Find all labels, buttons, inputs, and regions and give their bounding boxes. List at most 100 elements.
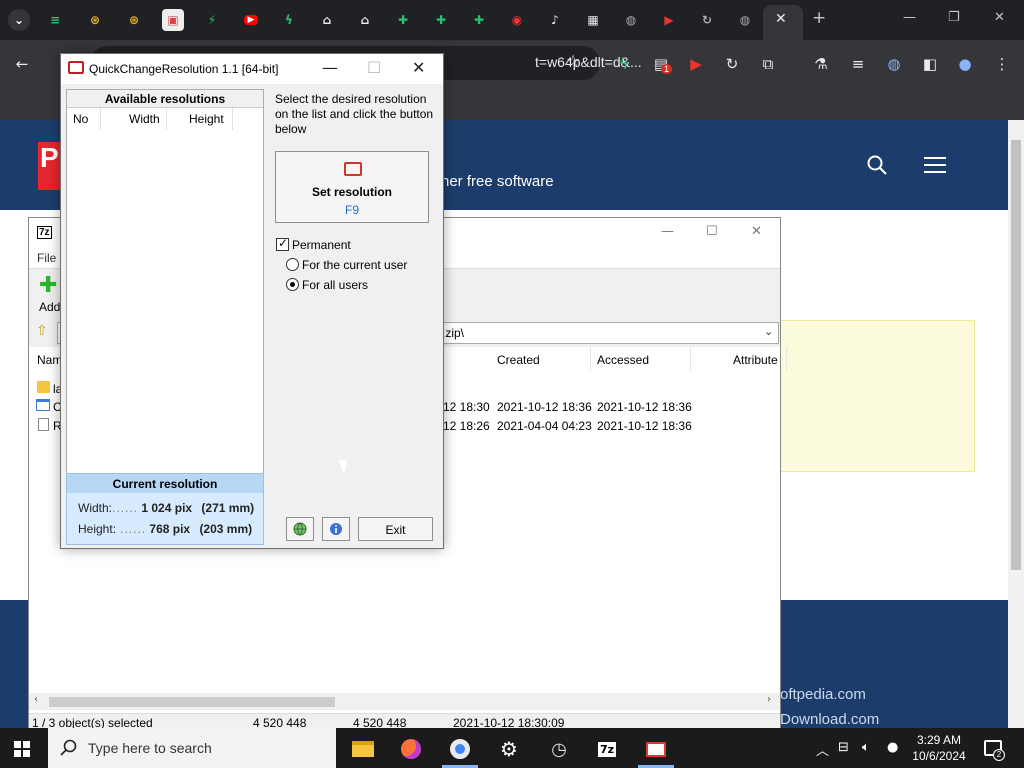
sevenzip-taskbar-icon[interactable]: 7z: [594, 736, 620, 762]
tray-overflow-chevron-icon[interactable]: ︿: [816, 740, 829, 759]
restore-icon[interactable]: ❐: [948, 10, 960, 25]
external-link[interactable]: Download.com: [780, 711, 879, 728]
menu-file[interactable]: File: [37, 251, 56, 265]
permanent-checkbox[interactable]: [276, 236, 289, 251]
bolt-icon[interactable]: ϟ: [278, 9, 300, 31]
radio-all-users-label[interactable]: For all users: [302, 278, 368, 292]
row-accessed: 2021-10-12 18:36: [597, 400, 692, 414]
height-mm: (203 mm): [199, 522, 253, 536]
site-tagline[interactable]: her free software: [441, 173, 554, 190]
row-created: 2021-10-12 18:36: [497, 400, 592, 414]
column-header-accessed[interactable]: Accessed: [591, 347, 691, 371]
add-plus-icon[interactable]: ✚: [39, 273, 57, 298]
system-clock[interactable]: 3:29 AM 10/6/2024: [909, 732, 969, 764]
active-tab[interactable]: ✕: [763, 5, 803, 40]
set-resolution-button[interactable]: Set resolution F9: [275, 151, 429, 223]
video-icon[interactable]: ▶: [658, 9, 680, 31]
website-button[interactable]: [286, 517, 314, 541]
puzzle-icon[interactable]: ✚: [392, 9, 414, 31]
quickchangeresolution-taskbar-icon[interactable]: [643, 736, 669, 762]
side-panel-icon[interactable]: ◧: [920, 54, 940, 74]
puzzle-icon[interactable]: ✚: [468, 9, 490, 31]
radio-all-users[interactable]: [286, 278, 299, 291]
speaker-icon[interactable]: ♪: [544, 9, 566, 31]
radio-current-user[interactable]: [286, 258, 299, 271]
taskbar-search-box[interactable]: Type here to search: [48, 728, 336, 768]
site-search-icon[interactable]: [866, 154, 888, 176]
pinned-tab-3[interactable]: ⊛: [123, 9, 145, 31]
row-modified: 12 18:30: [443, 400, 490, 414]
radio-current-user-label[interactable]: For the current user: [302, 258, 407, 272]
instructions-text: Select the desired resolution on the lis…: [275, 92, 434, 136]
about-button[interactable]: [322, 517, 350, 541]
close-icon[interactable]: ✕: [994, 10, 1005, 25]
column-header-attributes[interactable]: Attribute: [727, 347, 787, 371]
height-label: Height:: [78, 522, 117, 536]
close-tab-icon[interactable]: ✕: [775, 11, 787, 27]
exit-button[interactable]: Exit: [358, 517, 433, 541]
puzzle-icon[interactable]: ✚: [430, 9, 452, 31]
available-resolutions-list[interactable]: Available resolutions No Width Height: [66, 89, 264, 474]
clock-app-icon[interactable]: ◷: [546, 736, 572, 762]
page-scroll-thumb[interactable]: [1011, 140, 1021, 570]
close-icon[interactable]: ✕: [751, 224, 762, 239]
flask-icon[interactable]: ⚗: [811, 54, 831, 74]
bank-icon[interactable]: ⌂: [316, 9, 338, 31]
permanent-label[interactable]: Permanent: [292, 238, 351, 252]
account-avatar-icon[interactable]: ●: [955, 54, 975, 74]
column-header-width[interactable]: Width: [101, 108, 167, 130]
add-button-label[interactable]: Add: [39, 300, 60, 314]
scroll-right-icon[interactable]: ›: [767, 694, 771, 705]
pinned-tab-2[interactable]: ⊛: [84, 9, 106, 31]
microphone-icon[interactable]: ●: [887, 740, 898, 755]
media-queue-icon[interactable]: ≡: [848, 54, 868, 74]
settings-gear-icon[interactable]: ⚙: [496, 736, 522, 762]
bank-icon[interactable]: ⌂: [354, 9, 376, 31]
record-icon[interactable]: ◉: [506, 9, 528, 31]
scroll-left-icon[interactable]: ‹: [34, 694, 38, 705]
qcr-titlebar: QuickChangeResolution 1.1 [64-bit] — ☐ ✕: [61, 54, 443, 84]
globe-icon[interactable]: ◍: [620, 9, 642, 31]
sync-extension-icon[interactable]: ↻: [722, 54, 742, 74]
bolt-extension-icon[interactable]: ϟ: [614, 54, 634, 74]
column-header-created[interactable]: Created: [491, 347, 591, 371]
height-dots: ......: [120, 522, 147, 536]
minimize-icon[interactable]: —: [903, 10, 916, 25]
bookmark-star-icon[interactable]: ☆: [566, 51, 580, 70]
chrome-icon[interactable]: [447, 736, 473, 762]
browser-menu-icon[interactable]: ⋮: [992, 54, 1012, 74]
file-explorer-icon[interactable]: [350, 736, 376, 762]
youtube-icon[interactable]: ▶: [240, 9, 262, 31]
chevron-down-icon[interactable]: ⌄: [764, 325, 773, 338]
column-header-no[interactable]: No: [67, 108, 101, 130]
column-header-height[interactable]: Height: [167, 108, 233, 130]
maximize-icon[interactable]: ☐: [706, 224, 718, 239]
folder-up-icon[interactable]: ⇧: [36, 323, 48, 339]
back-arrow-icon[interactable]: ←: [12, 54, 32, 74]
hamburger-menu-icon[interactable]: [924, 157, 946, 173]
pinned-tab-4[interactable]: ▣: [162, 9, 184, 31]
firefox-icon[interactable]: [398, 736, 424, 762]
profile-sync-icon[interactable]: ◍: [884, 54, 904, 74]
horizontal-scroll-thumb[interactable]: [49, 697, 335, 707]
horizontal-scrollbar[interactable]: ‹ ›: [29, 693, 780, 710]
path-text: .zip\: [442, 326, 465, 340]
app-grid-icon[interactable]: ▦: [582, 9, 604, 31]
external-link[interactable]: oftpedia.com: [780, 686, 866, 703]
pinned-tab-1[interactable]: ≡: [44, 9, 66, 31]
puzzle-extensions-icon[interactable]: ⧉: [758, 54, 778, 74]
network-icon[interactable]: ⊟: [838, 740, 849, 755]
minimize-icon[interactable]: —: [322, 58, 338, 77]
close-icon[interactable]: ✕: [412, 58, 425, 77]
site-logo[interactable]: P: [38, 142, 62, 190]
pinned-tab-5[interactable]: ⚡: [201, 9, 223, 31]
video-extension-icon[interactable]: ▶: [686, 54, 706, 74]
volume-icon[interactable]: 🔈︎: [862, 740, 870, 755]
monitor-icon: [68, 61, 84, 74]
globe-icon[interactable]: ◍: [734, 9, 756, 31]
minimize-icon[interactable]: —: [661, 224, 674, 239]
sync-icon[interactable]: ↻: [696, 9, 718, 31]
tab-search-icon[interactable]: ⌄: [8, 9, 30, 31]
windows-start-icon[interactable]: [14, 741, 30, 757]
new-tab-button[interactable]: +: [812, 8, 826, 28]
